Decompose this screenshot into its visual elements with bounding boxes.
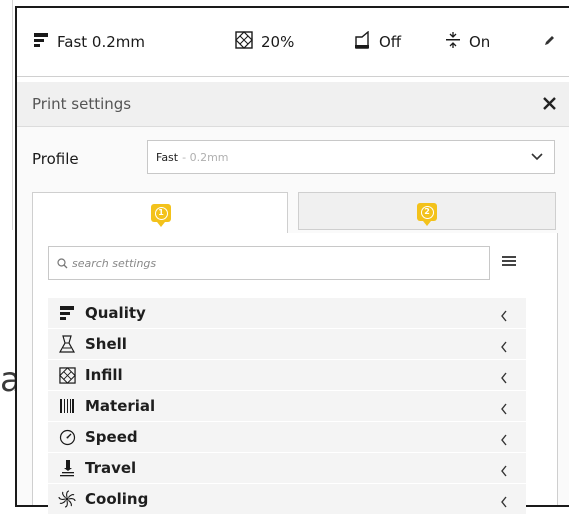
category-label: Infill [85, 366, 123, 384]
profile-row: Profile Fast - 0.2mm [17, 140, 569, 180]
chevron-down-icon [530, 149, 544, 166]
category-label: Quality [85, 304, 146, 322]
chevron-left-icon [500, 431, 508, 450]
print-setup-summary-bar[interactable]: Fast 0.2mm 20% Off On [17, 8, 569, 76]
profile-dropdown-value: Fast [156, 150, 179, 164]
search-icon [57, 254, 68, 273]
settings-tab-content: search settings Quality Shell Infill Mat… [32, 233, 558, 515]
shell-icon [58, 335, 76, 353]
chevron-left-icon [500, 400, 508, 419]
settings-visibility-menu-button[interactable] [501, 253, 517, 269]
adhesion-icon [445, 31, 461, 53]
infill-icon [58, 366, 76, 384]
chevron-left-icon [500, 338, 508, 357]
speed-icon [58, 428, 76, 446]
background-window-edge [12, 0, 13, 230]
infill-summary[interactable]: 20% [235, 8, 294, 76]
print-settings-panel: Print settings Profile Fast - 0.2mm 1 2 [17, 82, 569, 515]
category-travel[interactable]: Travel [48, 453, 526, 484]
profile-dropdown[interactable]: Fast - 0.2mm [147, 140, 555, 174]
close-button[interactable] [539, 93, 559, 113]
fan-icon [58, 490, 76, 508]
edit-settings-button[interactable] [543, 8, 555, 76]
print-settings-title: Print settings [32, 95, 132, 113]
support-summary-label: Off [379, 33, 402, 51]
infill-icon [235, 31, 253, 53]
chevron-left-icon [500, 307, 508, 326]
extruder-number: 1 [154, 206, 168, 220]
settings-category-list: Quality Shell Infill Material Speed Trav… [48, 298, 526, 515]
search-placeholder: search settings [72, 256, 157, 270]
extruder-badge-1: 1 [151, 204, 171, 227]
chevron-left-icon [500, 493, 508, 512]
profile-summary[interactable]: Fast 0.2mm [33, 8, 145, 76]
hamburger-menu-icon [502, 256, 516, 266]
chevron-left-icon [500, 369, 508, 388]
adhesion-summary-label: On [469, 33, 491, 51]
pencil-icon [543, 33, 555, 51]
quality-icon [33, 32, 49, 52]
category-label: Cooling [85, 490, 149, 508]
extruder-tabs: 1 2 [32, 192, 556, 234]
close-icon [542, 96, 556, 110]
infill-summary-label: 20% [261, 33, 295, 51]
material-icon [58, 397, 76, 415]
category-speed[interactable]: Speed [48, 422, 526, 453]
adhesion-summary[interactable]: On [445, 8, 490, 76]
category-label: Material [85, 397, 156, 415]
search-input[interactable]: search settings [48, 246, 490, 280]
tab-extruder-2[interactable]: 2 [298, 192, 556, 230]
profile-dropdown-variant: - 0.2mm [182, 150, 229, 164]
quality-icon [58, 304, 76, 322]
print-setup-panel: Fast 0.2mm 20% Off On Print settings Pro… [15, 6, 569, 515]
divider [17, 76, 569, 77]
travel-icon [58, 459, 76, 477]
profile-summary-label: Fast 0.2mm [57, 33, 145, 51]
category-quality[interactable]: Quality [48, 298, 526, 329]
category-material[interactable]: Material [48, 391, 526, 422]
extruder-number: 2 [420, 205, 434, 219]
support-icon [353, 30, 371, 53]
chevron-left-icon [500, 462, 508, 481]
category-label: Speed [85, 428, 138, 446]
print-settings-header: Print settings [17, 82, 569, 127]
extruder-badge-2: 2 [417, 203, 437, 226]
support-summary[interactable]: Off [353, 8, 401, 76]
category-label: Travel [85, 459, 137, 477]
category-infill[interactable]: Infill [48, 360, 526, 391]
profile-label: Profile [32, 150, 79, 168]
tab-extruder-1[interactable]: 1 [32, 192, 288, 234]
category-shell[interactable]: Shell [48, 329, 526, 360]
category-label: Shell [85, 335, 127, 353]
category-cooling[interactable]: Cooling [48, 484, 526, 515]
